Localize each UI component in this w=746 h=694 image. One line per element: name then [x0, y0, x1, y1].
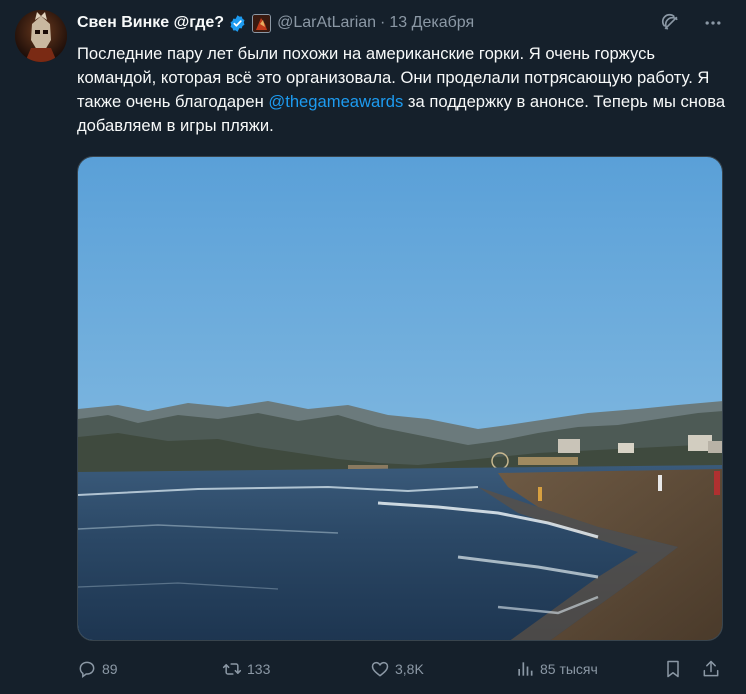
reply-button[interactable]: 89: [77, 659, 118, 679]
tweet-text: Последние пару лет были похожи на америк…: [77, 42, 727, 138]
top-actions: [660, 12, 724, 34]
mention-link[interactable]: @thegameawards: [268, 92, 403, 111]
views-button[interactable]: 85 тысяч: [515, 659, 598, 679]
like-count: 3,8K: [395, 661, 424, 677]
verified-badge-icon[interactable]: [228, 14, 247, 33]
bookmark-button[interactable]: [663, 659, 688, 679]
share-icon: [701, 659, 721, 679]
reply-count: 89: [102, 661, 118, 677]
display-name[interactable]: Свен Винке @где?: [77, 14, 224, 32]
reply-icon: [77, 659, 97, 679]
repost-icon: [222, 659, 242, 679]
bookmark-icon: [663, 659, 683, 679]
handle[interactable]: @LarAtLarian: [277, 14, 376, 32]
more-options-icon[interactable]: [702, 12, 724, 34]
grok-icon[interactable]: [660, 12, 682, 34]
share-button[interactable]: [701, 659, 726, 679]
separator-dot: ·: [380, 14, 386, 31]
like-button[interactable]: 3,8K: [370, 659, 424, 679]
views-icon: [515, 659, 535, 679]
tweet-card[interactable]: Свен Винке @где? @LarAtLarian · 13 Декаб…: [0, 0, 746, 694]
action-bar: 89 133 3,8K 85 тысяч: [77, 655, 727, 685]
repost-button[interactable]: 133: [222, 659, 270, 679]
repost-count: 133: [247, 661, 271, 677]
affiliate-badge-icon[interactable]: [252, 13, 272, 33]
like-icon: [370, 659, 390, 679]
views-count: 85 тысяч: [540, 661, 598, 677]
tweet-photo[interactable]: [77, 156, 723, 641]
tweet-date[interactable]: 13 Декабря: [389, 14, 474, 32]
avatar[interactable]: [15, 10, 67, 62]
tweet-header: Свен Винке @где? @LarAtLarian · 13 Декаб…: [77, 12, 474, 34]
